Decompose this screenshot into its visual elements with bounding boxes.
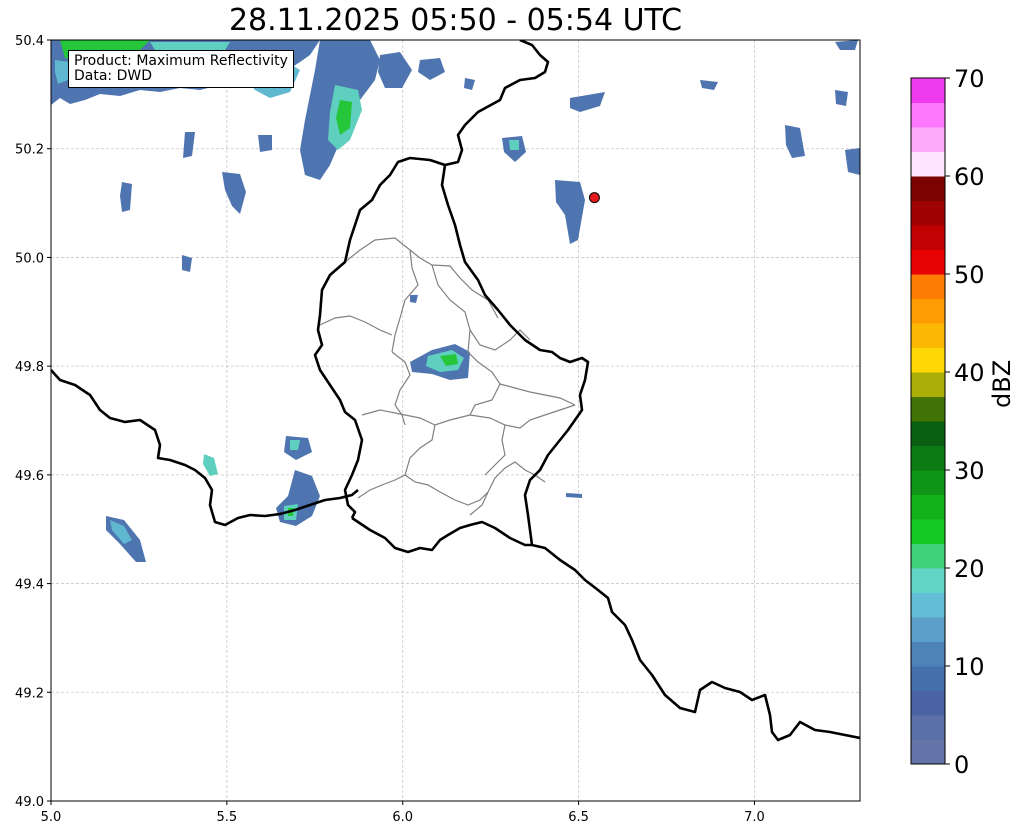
x-tick-label: 5.5 <box>217 810 238 825</box>
echo-cell <box>410 295 418 303</box>
colorbar-segment <box>911 666 945 691</box>
colorbar-segment <box>911 470 945 495</box>
colorbar-segment <box>911 715 945 740</box>
colorbar-segment <box>911 519 945 544</box>
y-tick-label: 49.6 <box>15 469 44 484</box>
echo-cell <box>378 52 412 88</box>
x-tick-label: 7.0 <box>744 810 765 825</box>
echo-cell <box>700 80 718 90</box>
echo-cell <box>182 255 192 272</box>
colorbar-tick-label: 40 <box>954 359 985 387</box>
info-product: Product: Maximum Reflectivity <box>74 53 288 69</box>
colorbar-segment <box>911 372 945 397</box>
y-axis: 50.4 50.2 50.0 49.8 49.6 49.4 49.2 49.0 <box>15 34 51 810</box>
colorbar-tick-label: 20 <box>954 555 985 583</box>
colorbar-segment <box>911 421 945 446</box>
colorbar-label: dBZ <box>988 359 1016 408</box>
border-germany <box>444 40 550 167</box>
echo-cell <box>120 182 132 212</box>
echo-cell <box>464 78 475 90</box>
y-tick-label: 50.4 <box>15 34 44 49</box>
echo-cell <box>555 180 585 244</box>
colorbar-segment <box>911 225 945 250</box>
x-tick-label: 5.0 <box>41 810 62 825</box>
colorbar-segment <box>911 445 945 471</box>
map-grid <box>50 39 860 802</box>
echo-cell <box>203 454 218 476</box>
colorbar-tick-label: 30 <box>954 457 985 485</box>
echo-cell <box>276 470 320 526</box>
echo-cell <box>566 493 582 498</box>
y-tick-label: 49.2 <box>15 686 44 701</box>
canton-border <box>404 424 436 476</box>
y-tick-label: 50.2 <box>15 143 44 158</box>
echo-cell <box>418 58 445 80</box>
colorbar-segment <box>911 323 945 348</box>
colorbar-tick-label: 50 <box>954 261 985 289</box>
echo-cell <box>785 125 805 158</box>
colorbar-segment <box>911 347 945 373</box>
colorbar-segment <box>911 592 945 618</box>
colorbar-segment <box>911 298 945 324</box>
border-lux-south <box>351 516 532 554</box>
canton-border <box>431 264 531 351</box>
echo-cell <box>845 148 860 175</box>
canton-border <box>319 315 393 336</box>
colorbar-segment <box>911 617 945 642</box>
colorbar-segment <box>911 494 945 520</box>
colorbar-segment <box>911 176 945 201</box>
colorbar: 0 10 20 30 40 50 60 70 <box>910 65 985 779</box>
colorbar-tick-label: 60 <box>954 163 985 191</box>
colorbar-segment <box>911 78 945 103</box>
echo-cell <box>570 92 605 112</box>
y-tick-label: 49.0 <box>15 795 44 810</box>
echo-cell <box>835 40 858 50</box>
location-marker <box>588 192 600 204</box>
echo-cell <box>835 90 848 106</box>
colorbar-segment <box>911 641 945 667</box>
radar-echoes <box>51 40 860 562</box>
colorbar-segment <box>911 102 945 128</box>
colorbar-segment <box>911 568 945 593</box>
echo-cell <box>258 135 272 152</box>
canton-border <box>489 404 576 429</box>
colorbar-segment <box>911 151 945 177</box>
colorbar-tick-label: 10 <box>954 653 985 681</box>
info-source: Data: DWD <box>74 68 152 84</box>
colorbar-segment <box>911 249 945 275</box>
canton-border <box>484 424 506 476</box>
colorbar-segment <box>911 739 945 765</box>
colorbar-segment <box>911 127 945 152</box>
colorbar-segment <box>911 690 945 716</box>
colorbar-segment <box>911 396 945 422</box>
border-de-fr <box>531 543 860 742</box>
canton-border <box>404 474 489 506</box>
echo-cell <box>222 172 246 214</box>
border-luxembourg <box>313 156 446 519</box>
colorbar-tick-label: 0 <box>954 751 969 779</box>
plot-frame <box>50 39 861 802</box>
y-tick-label: 50.0 <box>15 251 44 266</box>
canton-border <box>499 383 576 406</box>
colorbar-segment <box>911 543 945 569</box>
echo-cell <box>509 140 519 150</box>
colorbar-segment <box>911 274 945 299</box>
echo-cell <box>183 132 195 158</box>
canton-border <box>467 329 501 416</box>
x-axis: 5.0 5.5 6.0 6.5 7.0 <box>41 801 765 825</box>
y-tick-label: 49.8 <box>15 360 44 375</box>
colorbar-tick-label: 70 <box>954 65 985 93</box>
y-tick-label: 49.4 <box>15 578 44 593</box>
canton-border <box>357 474 406 499</box>
info-box: Product: Maximum Reflectivity Data: DWD <box>68 50 294 88</box>
canton-border <box>487 461 546 493</box>
national-borders <box>51 40 860 742</box>
x-tick-label: 6.5 <box>568 810 589 825</box>
radar-map: 5.0 5.5 6.0 6.5 7.0 50.4 50.2 50.0 49.8 49.6 49.4… <box>15 34 985 825</box>
x-tick-label: 6.0 <box>392 810 413 825</box>
colorbar-segment <box>911 200 945 226</box>
